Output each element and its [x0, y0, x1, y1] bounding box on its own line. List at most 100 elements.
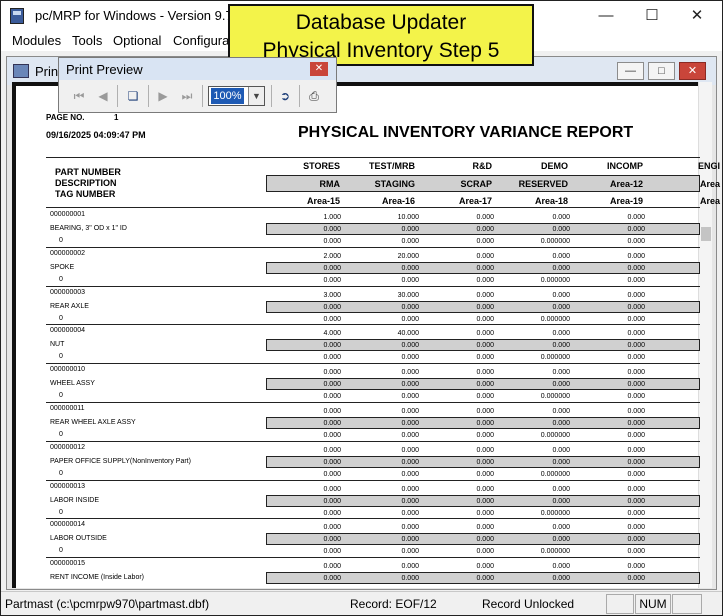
quantity-cell: 0.000 [476, 330, 494, 338]
child-close-button[interactable]: ✕ [679, 62, 706, 80]
quantity-cell: 40.000 [397, 330, 419, 338]
quantity-cell: 0.000 [323, 497, 341, 505]
part-description: LABOR OUTSIDE [50, 535, 107, 543]
quantity-cell: 0.000 [627, 354, 645, 362]
quantity-cell: 0.000 [552, 446, 570, 454]
quantity-cell: 0.000 [323, 238, 341, 245]
column-header: STORES [303, 161, 340, 171]
quantity-cell: 0.000 [323, 226, 341, 233]
quantity-cell: 0.000000 [540, 276, 570, 284]
quantity-cell: 1.000 [323, 214, 341, 221]
quantity-cell: 0.000 [552, 536, 570, 544]
quantity-cell: 0.000 [476, 536, 494, 544]
chevron-down-icon[interactable]: ▼ [248, 87, 264, 105]
quantity-cell: 0.000 [323, 509, 341, 517]
tag-number: 0 [59, 508, 63, 516]
quantity-cell: 0.000000 [540, 470, 570, 478]
column-header: Area [699, 196, 720, 206]
column-header: Area-15 [306, 196, 340, 206]
quantity-cell: 0.000 [323, 432, 341, 439]
column-header: ENGI [697, 161, 720, 171]
quantity-cell: 0.000 [627, 563, 645, 571]
quantity-cell: 0.000 [476, 432, 494, 439]
quantity-cell: 0.000 [401, 563, 419, 571]
quantity-cell: 0.000 [476, 470, 494, 478]
print-preview-close-button[interactable]: ✕ [310, 62, 328, 76]
quantity-cell: 0.000 [323, 470, 341, 478]
quantity-cell: 0.000 [552, 252, 570, 260]
quantity-cell: 0.000 [552, 226, 570, 233]
quantity-cell: 3.000 [323, 291, 341, 299]
menu-configuration[interactable]: Configurati [173, 33, 236, 48]
exit-preview-icon[interactable]: ➲ [274, 85, 296, 107]
tag-number: 0 [59, 431, 63, 438]
window-title: pc/MRP for Windows - Version 9.70L [35, 8, 248, 23]
quantity-cell: 0.000 [627, 330, 645, 338]
quantity-cell: 0.000 [323, 381, 341, 389]
quantity-cell: 0.000 [476, 408, 494, 415]
quantity-cell: 0.000 [552, 575, 570, 583]
child-window-title: Prin [35, 64, 59, 79]
quantity-cell: 0.000 [401, 470, 419, 478]
scrollbar-thumb[interactable] [701, 227, 711, 241]
row-divider [46, 440, 700, 442]
next-page-icon[interactable]: ▶ [152, 85, 174, 107]
printer-icon[interactable]: ⎙ [303, 85, 325, 107]
toolbar-separator [299, 85, 300, 107]
part-description: NUT [50, 341, 65, 349]
quantity-cell: 0.000 [323, 420, 341, 427]
quantity-cell: 0.000 [627, 238, 645, 245]
child-restore-button[interactable]: □ [648, 62, 675, 80]
column-header: Area-18 [534, 196, 568, 206]
first-page-icon[interactable]: ⏮ [68, 85, 90, 107]
maximize-button[interactable]: ☐ [637, 5, 667, 27]
quantity-cell: 0.000 [552, 342, 570, 350]
quantity-cell: 0.000 [476, 458, 494, 466]
quantity-cell: 0.000 [476, 315, 494, 323]
quantity-cell: 0.000 [552, 408, 570, 415]
menu-modules[interactable]: Modules [12, 33, 61, 48]
last-page-icon[interactable]: ⏭ [176, 85, 198, 107]
quantity-cell: 0.000 [627, 432, 645, 439]
quantity-cell: 0.000 [627, 536, 645, 544]
row-divider [46, 324, 700, 326]
column-header: Area-12 [609, 179, 643, 189]
quantity-cell: 0.000 [476, 342, 494, 350]
quantity-cell: 0.000 [552, 369, 570, 377]
vertical-scrollbar[interactable] [698, 82, 712, 588]
minimize-button[interactable]: — [591, 5, 621, 27]
status-num: NUM [635, 594, 671, 614]
quantity-cell: 0.000 [552, 524, 570, 532]
status-panel-blank [672, 594, 702, 614]
quantity-cell: 0.000 [627, 214, 645, 221]
child-minimize-button[interactable]: — [617, 62, 644, 80]
quantity-cell: 0.000 [476, 420, 494, 427]
menu-tools[interactable]: Tools [72, 33, 102, 48]
quantity-cell: 0.000 [323, 524, 341, 532]
quantity-cell: 0.000 [401, 408, 419, 415]
tag-number: 0 [59, 392, 63, 400]
quantity-cell: 0.000 [552, 264, 570, 272]
header-bottom-rule [46, 207, 700, 208]
quantity-cell: 0.000 [627, 575, 645, 583]
close-button[interactable]: ✕ [682, 5, 712, 27]
quantity-cell: 0.000000 [540, 393, 570, 401]
zoom-select[interactable]: 100% ▼ [208, 86, 265, 106]
quantity-cell: 0.000 [627, 342, 645, 350]
quantity-cell: 0.000 [401, 509, 419, 517]
quantity-cell: 0.000 [323, 342, 341, 350]
quantity-cell: 0.000 [627, 369, 645, 377]
quantity-cell: 0.000 [401, 458, 419, 466]
quantity-cell: 0.000 [627, 470, 645, 478]
previous-page-icon[interactable]: ◀ [92, 85, 114, 107]
quantity-cell: 0.000 [476, 238, 494, 245]
column-header: Area-19 [609, 196, 643, 206]
quantity-cell: 0.000 [401, 575, 419, 583]
quantity-cell: 0.000 [323, 536, 341, 544]
menu-optional[interactable]: Optional [113, 33, 161, 48]
column-header: TEST/MRB [369, 161, 415, 171]
quantity-cell: 0.000 [323, 369, 341, 377]
quantity-cell: 0.000 [627, 458, 645, 466]
quantity-cell: 0.000 [627, 381, 645, 389]
multi-page-icon[interactable]: ❏ [122, 85, 144, 107]
